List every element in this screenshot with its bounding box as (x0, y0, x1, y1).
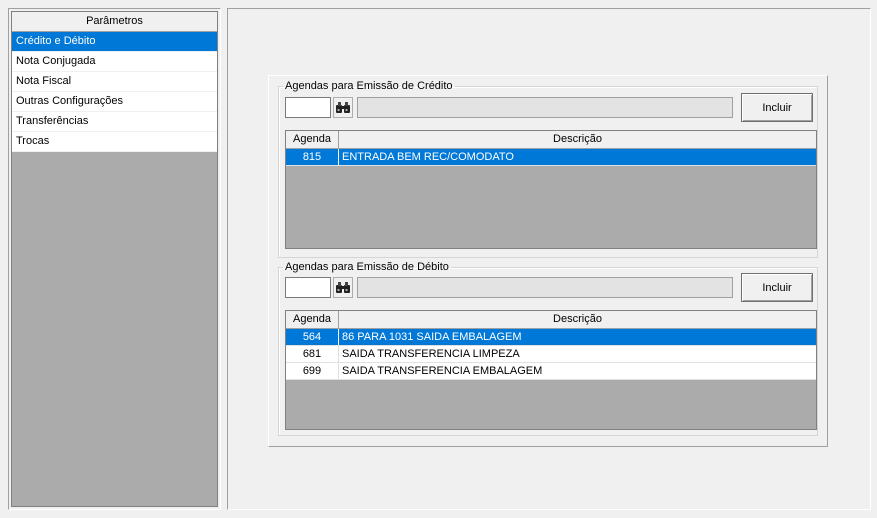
column-header-agenda[interactable]: Agenda (286, 131, 339, 148)
cell-agenda: 815 (286, 149, 339, 165)
debit-grid-header: Agenda Descrição (286, 311, 816, 329)
column-header-descricao[interactable]: Descrição (339, 311, 816, 328)
debit-description-field (357, 277, 733, 298)
table-row[interactable]: 815 ENTRADA BEM REC/COMODATO (286, 149, 816, 166)
credit-code-input[interactable] (285, 97, 331, 118)
binoculars-icon (336, 102, 350, 113)
table-row[interactable]: 699 SAIDA TRANSFERENCIA EMBALAGEM (286, 363, 816, 380)
sidebar-item-nota-conjugada[interactable]: Nota Conjugada (12, 52, 217, 72)
sidebar-item-credito-debito[interactable]: Crédito e Débito (12, 32, 217, 52)
debit-include-button[interactable]: Incluir (741, 273, 813, 302)
table-row[interactable]: 681 SAIDA TRANSFERENCIA LIMPEZA (286, 346, 816, 363)
credit-search-button[interactable] (333, 97, 353, 118)
credit-legend: Agendas para Emissão de Crédito (285, 80, 453, 92)
credit-description-field (357, 97, 733, 118)
cell-descricao: SAIDA TRANSFERENCIA LIMPEZA (342, 348, 520, 360)
debit-search-button[interactable] (333, 277, 353, 298)
sidebar-item-outras-configuracoes[interactable]: Outras Configurações (12, 92, 217, 112)
sidebar-item-trocas[interactable]: Trocas (12, 132, 217, 152)
credit-debit-group: Agendas para Emissão de Crédito Incluir … (268, 75, 828, 447)
cell-descricao: SAIDA TRANSFERENCIA EMBALAGEM (342, 365, 543, 377)
cell-agenda: 699 (286, 363, 339, 379)
sidebar-item-transferencias[interactable]: Transferências (12, 112, 217, 132)
column-header-descricao[interactable]: Descrição (339, 131, 816, 148)
credit-grid: Agenda Descrição 815 ENTRADA BEM REC/COM… (285, 130, 817, 249)
sidebar-item-nota-fiscal[interactable]: Nota Fiscal (12, 72, 217, 92)
credit-include-button[interactable]: Incluir (741, 93, 813, 122)
debit-grid: Agenda Descrição 564 86 PARA 1031 SAIDA … (285, 310, 817, 430)
cell-agenda: 564 (286, 329, 339, 345)
parameters-panel: Parâmetros Crédito e Débito Nota Conjuga… (8, 8, 221, 510)
table-row[interactable]: 564 86 PARA 1031 SAIDA EMBALAGEM (286, 329, 816, 346)
debit-legend: Agendas para Emissão de Débito (285, 261, 449, 273)
debit-code-input[interactable] (285, 277, 331, 298)
binoculars-icon (336, 282, 350, 293)
cell-agenda: 681 (286, 346, 339, 362)
credit-grid-header: Agenda Descrição (286, 131, 816, 149)
parameters-list: Parâmetros Crédito e Débito Nota Conjuga… (11, 11, 218, 507)
parameters-header: Parâmetros (12, 12, 217, 32)
cell-descricao: ENTRADA BEM REC/COMODATO (342, 151, 514, 163)
column-header-agenda[interactable]: Agenda (286, 311, 339, 328)
cell-descricao: 86 PARA 1031 SAIDA EMBALAGEM (342, 331, 522, 343)
